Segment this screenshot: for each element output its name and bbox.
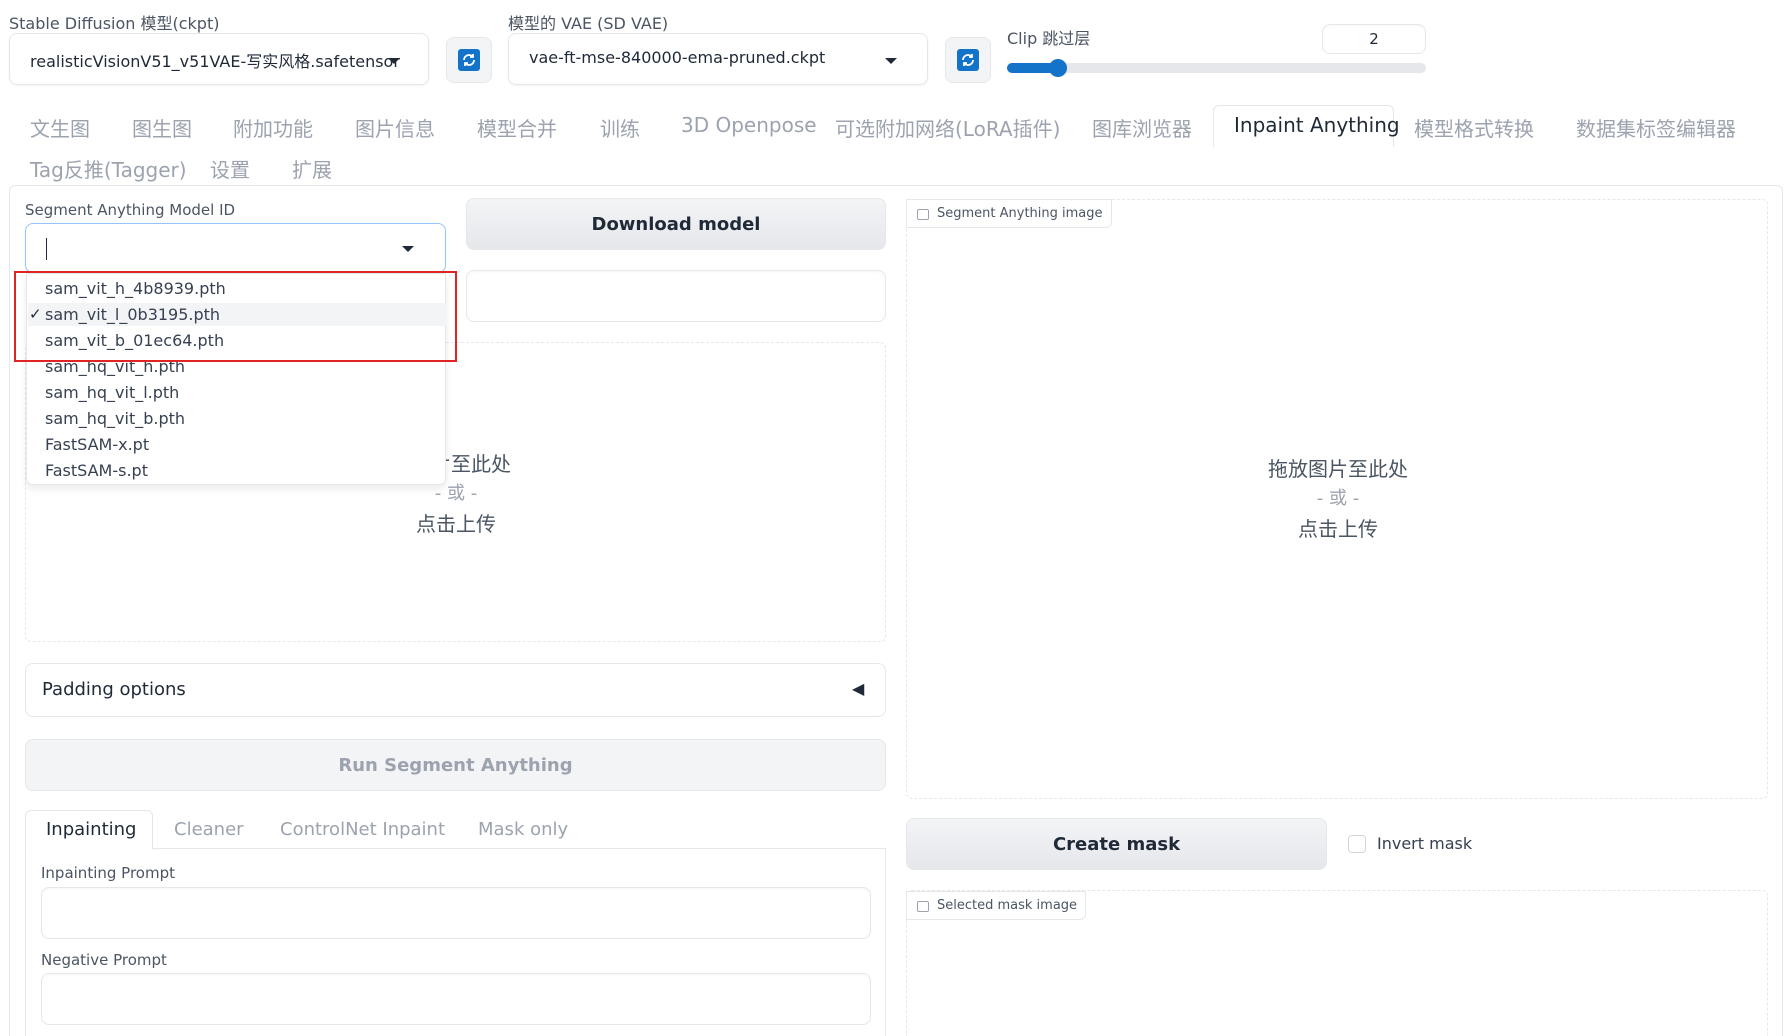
inpainting-prompt-textarea[interactable] [41, 887, 871, 939]
vae-refresh-button[interactable] [945, 37, 991, 83]
tab-txt2img[interactable]: 文生图 [30, 113, 90, 142]
chevron-down-icon [402, 246, 414, 252]
inpainting-prompt-label: Inpainting Prompt [41, 864, 175, 882]
tab-dataset-tag-editor[interactable]: 数据集标签编辑器 [1576, 113, 1736, 142]
clip-skip-slider-thumb[interactable] [1048, 59, 1067, 77]
tab-tagger[interactable]: Tag反推(Tagger) [30, 154, 187, 183]
chevron-down-icon [388, 58, 400, 64]
clip-skip-label: Clip 跳过层 [1007, 29, 1091, 48]
run-segment-anything-label: Run Segment Anything [338, 755, 573, 776]
image-icon [917, 901, 929, 912]
segment-anything-image-label: Segment Anything image [906, 199, 1112, 228]
vae-select[interactable]: vae-ft-mse-840000-ema-pruned.ckpt [508, 33, 928, 85]
create-mask-label: Create mask [1052, 834, 1181, 855]
input-image-drop-click: 点击上传 [416, 512, 496, 536]
sd-model-label: Stable Diffusion 模型(ckpt) [9, 14, 220, 33]
sa-image-drop-line: 拖放图片至此处 [1268, 457, 1408, 481]
selected-mask-image-label-text: Selected mask image [937, 898, 1078, 913]
sa-image-drop-or: - 或 - [1316, 488, 1360, 509]
highlight-rectangle [14, 271, 457, 362]
clip-skip-number-input[interactable]: 2 [1322, 24, 1426, 54]
segment-anything-image-label-text: Segment Anything image [937, 206, 1103, 221]
dropdown-option[interactable]: sam_hq_vit_b.pth [28, 407, 446, 430]
dropdown-option[interactable]: FastSAM-x.pt [28, 433, 446, 456]
tab-model-converter[interactable]: 模型格式转换 [1414, 113, 1534, 142]
tab-img2img[interactable]: 图生图 [132, 113, 192, 142]
selected-mask-image-label: Selected mask image [906, 891, 1087, 920]
create-mask-button[interactable]: Create mask [906, 818, 1327, 870]
sa-image-drop-click: 点击上传 [1298, 517, 1378, 541]
invert-mask-label[interactable]: Invert mask [1377, 834, 1472, 853]
model-id-select[interactable] [25, 223, 446, 273]
tab-image-browser[interactable]: 图库浏览器 [1092, 113, 1192, 142]
tab-additional-networks[interactable]: 可选附加网络(LoRA插件) [835, 113, 1060, 142]
refresh-icon [458, 49, 480, 71]
dropdown-option-label: sam_hq_vit_b.pth [45, 409, 186, 428]
clip-skip-value: 2 [1369, 30, 1379, 48]
text-cursor [46, 238, 47, 260]
image-icon [917, 209, 929, 220]
subtab-mask-only[interactable]: Mask only [478, 819, 568, 840]
vae-value: vae-ft-mse-840000-ema-pruned.ckpt [529, 48, 826, 67]
padding-options-label: Padding options [42, 679, 186, 700]
dropdown-option[interactable]: FastSAM-s.pt [28, 459, 446, 482]
tab-extensions[interactable]: 扩展 [292, 154, 332, 183]
sd-model-value: realisticVisionV51_v51VAE-写实风格.safetenso… [30, 52, 400, 71]
vae-label: 模型的 VAE (SD VAE) [508, 14, 669, 33]
subtab-inpainting[interactable]: Inpainting [46, 819, 136, 840]
negative-prompt-textarea[interactable] [41, 973, 871, 1025]
tab-settings[interactable]: 设置 [210, 154, 250, 183]
model-id-label: Segment Anything Model ID [25, 201, 236, 219]
dropdown-option-label: FastSAM-x.pt [45, 435, 150, 454]
negative-prompt-label: Negative Prompt [41, 951, 167, 969]
padding-options-accordion[interactable]: Padding options ◀ [25, 663, 886, 717]
clip-skip-slider[interactable] [1007, 59, 1426, 77]
download-status-textbox [466, 270, 886, 322]
dropdown-option-label: FastSAM-s.pt [45, 461, 148, 480]
run-segment-anything-button[interactable]: Run Segment Anything [25, 739, 886, 791]
tab-inpaint-anything[interactable]: Inpaint Anything [1234, 113, 1400, 137]
collapse-triangle-icon: ◀ [852, 679, 865, 698]
tab-train[interactable]: 训练 [600, 113, 640, 142]
sd-model-refresh-button[interactable] [446, 37, 492, 83]
subtab-cleaner[interactable]: Cleaner [174, 819, 244, 840]
tab-extras[interactable]: 附加功能 [233, 113, 313, 142]
download-model-button[interactable]: Download model [466, 198, 886, 250]
tab-3d-openpose[interactable]: 3D Openpose [681, 113, 817, 137]
download-model-label: Download model [591, 214, 761, 235]
sd-model-select[interactable]: realisticVisionV51_v51VAE-写实风格.safetenso… [9, 33, 429, 85]
refresh-icon [957, 49, 979, 71]
dropdown-option[interactable]: sam_hq_vit_l.pth [28, 381, 446, 404]
tab-png-info[interactable]: 图片信息 [355, 113, 435, 142]
dropdown-option-label: sam_hq_vit_l.pth [45, 383, 180, 402]
segment-anything-image-upload[interactable]: 拖放图片至此处 - 或 - 点击上传 [906, 199, 1768, 799]
chevron-down-icon [885, 58, 897, 64]
sa-image-drop-text: 拖放图片至此处 - 或 - 点击上传 [1238, 454, 1438, 544]
subtab-controlnet-inpaint[interactable]: ControlNet Inpaint [280, 819, 445, 840]
tab-checkpoint-merger[interactable]: 模型合并 [477, 113, 557, 142]
invert-mask-checkbox[interactable] [1348, 835, 1366, 853]
